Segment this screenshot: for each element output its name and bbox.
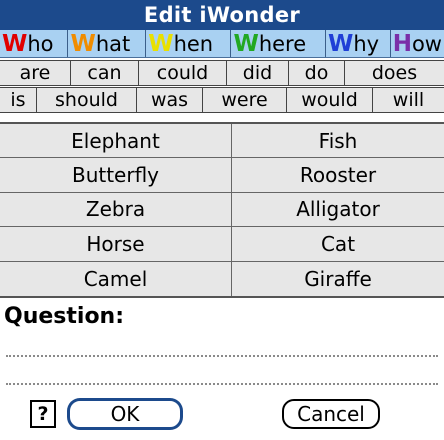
helper-word-cell[interactable]: do xyxy=(288,61,344,85)
helper-word-cell[interactable]: was xyxy=(136,88,202,112)
question-word-when[interactable]: When xyxy=(146,30,232,57)
question-word-what[interactable]: What xyxy=(68,30,147,57)
word-rest: here xyxy=(258,31,307,56)
animal-cell[interactable]: Giraffe xyxy=(232,261,444,296)
helper-word-cell[interactable]: does xyxy=(344,61,444,85)
ok-button[interactable]: OK xyxy=(68,399,182,429)
helper-word-cell[interactable]: were xyxy=(202,88,286,112)
first-letter: W xyxy=(328,30,354,57)
first-letter: W xyxy=(148,30,174,57)
animal-cell[interactable]: Zebra xyxy=(0,192,232,228)
question-word-why[interactable]: Why xyxy=(326,30,391,57)
helper-word-row-2: is should was were would will xyxy=(0,87,444,113)
animal-cell[interactable]: Alligator xyxy=(232,192,444,228)
helper-word-cell[interactable]: will xyxy=(372,88,444,112)
helper-word-cell[interactable]: can xyxy=(70,61,138,85)
first-letter: W xyxy=(70,30,96,57)
window-title: Edit iWonder xyxy=(143,3,301,27)
first-letter: H xyxy=(392,30,412,57)
helper-word-cell[interactable]: is xyxy=(0,88,36,112)
word-rest: hat xyxy=(95,31,131,56)
animal-cell[interactable]: Rooster xyxy=(232,158,444,193)
helper-word-cell[interactable]: should xyxy=(36,88,136,112)
animal-cell[interactable]: Camel xyxy=(0,261,232,296)
question-label: Question: xyxy=(4,304,125,329)
cancel-button[interactable]: Cancel xyxy=(282,399,380,429)
first-letter: W xyxy=(2,30,28,57)
help-button[interactable]: ? xyxy=(30,400,56,428)
question-word-how[interactable]: How xyxy=(391,30,444,57)
helper-word-row-1: are can could did do does xyxy=(0,60,444,86)
question-word-where[interactable]: Where xyxy=(231,30,326,57)
title-bar: Edit iWonder xyxy=(0,0,444,30)
question-word-who[interactable]: Who xyxy=(0,30,69,57)
question-word-row: Who What When Where Why How xyxy=(0,30,444,58)
helper-word-cell[interactable]: are xyxy=(0,61,70,85)
question-input-line[interactable] xyxy=(6,355,438,357)
animal-cell[interactable]: Butterfly xyxy=(0,158,232,193)
question-input-line[interactable] xyxy=(6,383,438,385)
word-rest: ow xyxy=(411,31,442,56)
animal-cell[interactable]: Horse xyxy=(0,227,232,262)
word-rest: ho xyxy=(27,31,54,56)
helper-word-cell[interactable]: did xyxy=(226,61,288,85)
animal-grid: Elephant Fish Butterfly Rooster Zebra Al… xyxy=(0,122,444,298)
helper-word-cell[interactable]: could xyxy=(138,61,226,85)
first-letter: W xyxy=(233,30,259,57)
word-rest: hen xyxy=(173,31,214,56)
animal-cell[interactable]: Fish xyxy=(232,124,444,159)
helper-word-cell[interactable]: would xyxy=(286,88,372,112)
animal-cell[interactable]: Elephant xyxy=(0,124,232,159)
word-rest: hy xyxy=(353,31,380,56)
animal-cell[interactable]: Cat xyxy=(232,227,444,262)
